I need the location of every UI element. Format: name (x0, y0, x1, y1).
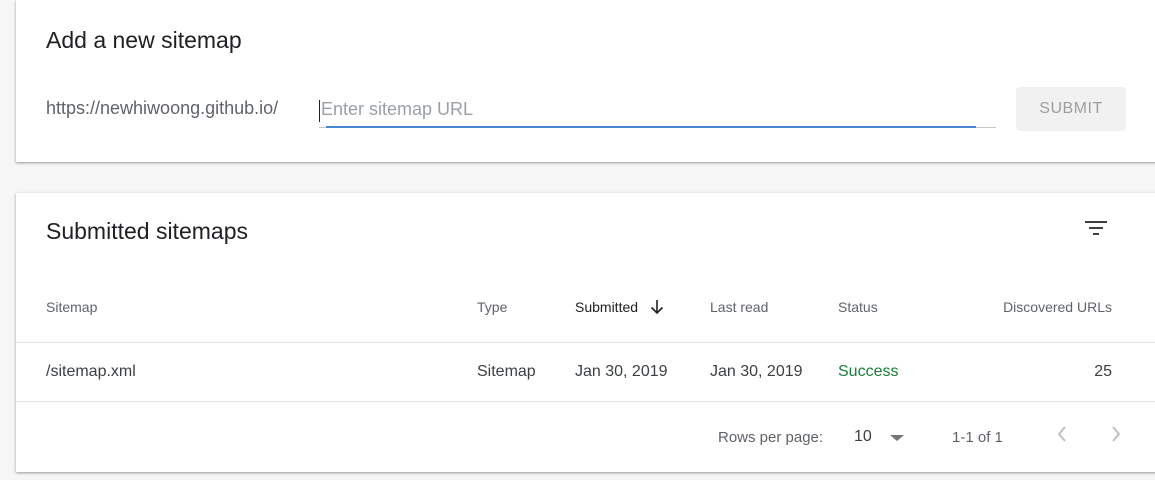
col-header-submitted[interactable]: Submitted (575, 299, 664, 315)
add-sitemap-title: Add a new sitemap (46, 27, 242, 53)
prev-page-button[interactable] (1048, 419, 1076, 449)
submitted-sitemaps-card: Submitted sitemaps Sitemap Type Submitte… (16, 193, 1155, 472)
col-header-type[interactable]: Type (477, 299, 507, 315)
header-divider (16, 342, 1155, 343)
cell-sitemap: /sitemap.xml (46, 363, 136, 380)
sitemap-url-input[interactable] (319, 93, 998, 125)
row-divider (16, 401, 1155, 402)
cell-submitted: Jan 30, 2019 (575, 363, 668, 380)
add-sitemap-card: Add a new sitemap https://newhiwoong.git… (16, 0, 1155, 162)
col-header-status[interactable]: Status (838, 299, 878, 315)
chevron-left-icon (1057, 426, 1066, 442)
filter-button[interactable] (1080, 215, 1112, 245)
cell-status: Success (838, 363, 899, 380)
cell-type: Sitemap (477, 363, 536, 380)
rows-per-page-value: 10 (854, 428, 872, 445)
text-cursor (319, 100, 320, 122)
chevron-right-icon (1112, 426, 1121, 442)
url-prefix: https://newhiwoong.github.io/ (46, 98, 279, 118)
dropdown-triangle-icon (890, 435, 904, 441)
cell-discovered-urls: 25 (1094, 363, 1112, 380)
rows-per-page-label: Rows per page: (718, 429, 824, 446)
submit-button[interactable]: SUBMIT (1016, 87, 1126, 131)
next-page-button[interactable] (1102, 419, 1130, 449)
col-header-sitemap[interactable]: Sitemap (46, 299, 97, 315)
arrow-down-icon (650, 299, 664, 314)
submitted-sitemaps-title: Submitted sitemaps (46, 218, 248, 244)
cell-last-read: Jan 30, 2019 (710, 363, 803, 380)
sitemap-url-field[interactable] (319, 93, 998, 128)
input-focus-underline (326, 126, 976, 128)
col-header-discovered-urls[interactable]: Discovered URLs (1003, 299, 1112, 315)
rows-per-page-select[interactable]: 10 (854, 422, 912, 452)
filter-list-icon (1085, 221, 1107, 235)
page-range: 1-1 of 1 (952, 429, 1003, 446)
col-header-last-read[interactable]: Last read (710, 299, 768, 315)
col-header-submitted-label: Submitted (575, 299, 639, 315)
